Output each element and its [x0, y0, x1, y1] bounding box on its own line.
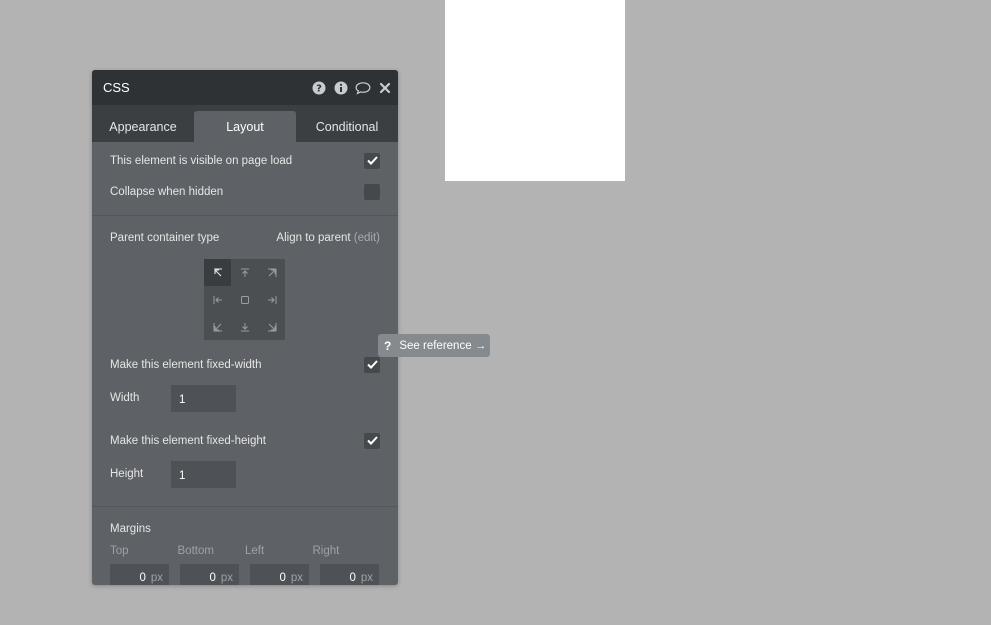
checkmark-icon — [366, 360, 378, 369]
parent-container-edit-link[interactable]: (edit) — [354, 232, 380, 244]
fixed-width-row: Make this element fixed-width — [110, 349, 380, 380]
tab-bar: Appearance Layout Conditional — [92, 105, 398, 142]
fixed-height-checkbox[interactable] — [364, 432, 380, 449]
fixed-height-label: Make this element fixed-height — [110, 434, 266, 447]
css-property-panel: CSS ? Appearance Layout Conditional This… — [92, 70, 398, 585]
margin-bottom-unit: px — [220, 571, 233, 584]
align-top-center-icon — [240, 268, 249, 277]
margin-left-value: 0 — [279, 571, 286, 584]
visible-on-load-label: This element is visible on page load — [110, 154, 293, 167]
align-center-icon — [240, 295, 249, 304]
collapse-when-hidden-row: Collapse when hidden — [110, 176, 380, 207]
margin-labels: Top Bottom Left Right — [110, 545, 380, 557]
margin-bottom-value: 0 — [209, 571, 216, 584]
parent-container-value: Align to parent (edit) — [276, 232, 380, 244]
align-top-center-cell[interactable] — [231, 259, 258, 286]
layout-tab-content: This element is visible on page load Col… — [92, 145, 398, 585]
width-input[interactable] — [171, 384, 236, 412]
align-bottom-right-cell[interactable] — [258, 313, 285, 340]
checkmark-icon — [366, 436, 378, 445]
height-label: Height — [110, 468, 144, 480]
align-top-left-cell[interactable] — [204, 259, 231, 286]
margin-right-label: Right — [312, 545, 340, 557]
margin-left-unit: px — [290, 571, 303, 584]
align-bottom-center-icon — [240, 322, 249, 331]
align-middle-left-cell[interactable] — [204, 286, 231, 313]
svg-text:?: ? — [316, 83, 322, 94]
section-divider — [92, 215, 398, 216]
margin-left-label: Left — [245, 545, 265, 557]
tab-conditional[interactable]: Conditional — [296, 111, 398, 142]
margin-top-input[interactable]: 0 px — [110, 564, 169, 585]
fixed-width-checkbox[interactable] — [364, 356, 380, 373]
width-label: Width — [110, 392, 140, 404]
tab-layout[interactable]: Layout — [194, 111, 296, 142]
visible-on-load-row: This element is visible on page load — [110, 145, 380, 176]
header-icons: ? — [311, 80, 393, 96]
width-row: Width — [110, 380, 380, 416]
alignment-grid — [204, 259, 285, 340]
align-middle-right-icon — [267, 295, 276, 304]
margin-right-input[interactable]: 0 px — [320, 564, 379, 585]
margin-top-label: Top — [110, 545, 129, 557]
comment-icon[interactable] — [355, 80, 371, 96]
align-top-left-icon — [213, 267, 222, 276]
tab-appearance[interactable]: Appearance — [92, 111, 194, 142]
section-divider — [92, 506, 398, 507]
fixed-width-label: Make this element fixed-width — [110, 358, 262, 371]
fixed-height-row: Make this element fixed-height — [110, 425, 380, 456]
canvas-element[interactable] — [445, 0, 625, 181]
see-reference-label: See reference → — [399, 339, 487, 352]
close-icon[interactable] — [377, 80, 393, 96]
info-icon[interactable] — [333, 80, 349, 96]
help-icon[interactable]: ? — [311, 80, 327, 96]
visible-on-load-checkbox[interactable] — [364, 152, 380, 169]
margin-left-input[interactable]: 0 px — [250, 564, 309, 585]
see-reference-tooltip[interactable]: ? See reference → — [378, 334, 490, 357]
align-top-right-cell[interactable] — [258, 259, 285, 286]
parent-container-row: Parent container type Align to parent (e… — [110, 232, 380, 244]
margins-title: Margins — [110, 523, 151, 535]
align-bottom-right-icon — [267, 322, 276, 331]
align-bottom-left-icon — [213, 322, 222, 331]
margin-right-value: 0 — [349, 571, 356, 584]
align-middle-left-icon — [213, 295, 222, 304]
panel-header: CSS ? — [92, 70, 398, 105]
margin-inputs: 0 px 0 px 0 px 0 px — [110, 564, 380, 585]
collapse-when-hidden-checkbox[interactable] — [364, 183, 380, 200]
align-top-right-icon — [267, 268, 276, 277]
align-bottom-left-cell[interactable] — [204, 313, 231, 340]
margin-top-unit: px — [150, 571, 163, 584]
panel-title: CSS — [103, 80, 130, 95]
collapse-when-hidden-label: Collapse when hidden — [110, 185, 224, 198]
margin-top-value: 0 — [139, 571, 146, 584]
margin-bottom-input[interactable]: 0 px — [180, 564, 239, 585]
align-center-cell[interactable] — [231, 286, 258, 313]
align-middle-right-cell[interactable] — [258, 286, 285, 313]
height-row: Height — [110, 456, 380, 492]
checkmark-icon — [366, 156, 378, 165]
height-input[interactable] — [171, 460, 236, 488]
parent-container-type: Align to parent — [276, 232, 351, 244]
parent-container-label: Parent container type — [110, 232, 220, 244]
margin-bottom-label: Bottom — [177, 545, 214, 557]
margin-right-unit: px — [360, 571, 373, 584]
question-icon: ? — [384, 338, 392, 353]
align-bottom-center-cell[interactable] — [231, 313, 258, 340]
